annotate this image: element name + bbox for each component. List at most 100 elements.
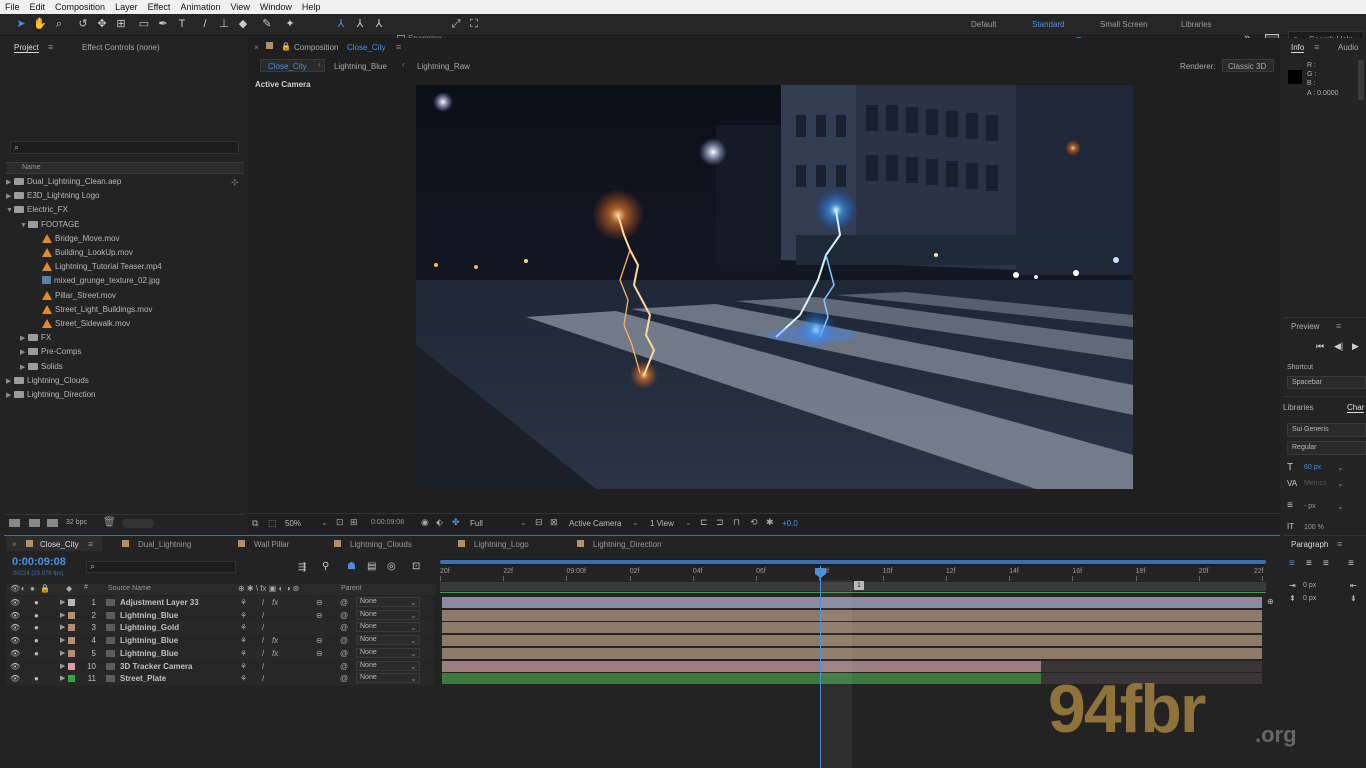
info-scrollbar[interactable]	[1358, 60, 1364, 100]
layer-duration-bar[interactable]	[442, 660, 1041, 672]
shy-icon[interactable]: ⚘	[240, 660, 247, 673]
snap-icon[interactable]: ⤢	[449, 17, 463, 31]
vr-icon[interactable]: ⬚	[268, 518, 277, 529]
tab-info[interactable]: Info	[1291, 43, 1305, 53]
chevron-down-icon[interactable]: ⌄	[632, 518, 639, 527]
layer-row[interactable]: 👁 ● ▶ 3 Lightning_Gold ⚘ / @ None ⌄	[6, 621, 434, 635]
menu-effect[interactable]: Effect	[143, 2, 176, 12]
pan-behind-tool-icon[interactable]: ⊞	[114, 17, 128, 31]
timeline-icon[interactable]: ⊐	[716, 517, 724, 528]
layer-name[interactable]: Lightning_Blue	[120, 609, 178, 622]
color-channel-icon[interactable]: ✤	[452, 517, 460, 528]
workspace-libraries[interactable]: Libraries	[1181, 20, 1212, 29]
solo-dot-icon[interactable]: ●	[34, 609, 39, 622]
resolution-value[interactable]: Full	[470, 519, 483, 528]
breadcrumb-lightning-blue[interactable]: Lightning_Blue	[334, 62, 387, 71]
lock-icon[interactable]: 🔒	[40, 584, 50, 593]
draft-3d-icon[interactable]: ⚲	[322, 561, 329, 572]
clone-stamp-tool-icon[interactable]: ⊥	[217, 17, 231, 31]
breadcrumb-close-city[interactable]: Close_City	[268, 62, 307, 71]
expand-down-icon[interactable]: ▼	[20, 219, 28, 233]
panel-menu-icon[interactable]: ≡	[48, 42, 53, 52]
3d-layer-icon[interactable]: ⊖	[316, 647, 323, 660]
solo-dot-icon[interactable]: ●	[34, 647, 39, 660]
view-layout-value[interactable]: 1 View	[650, 519, 674, 528]
renderer-select[interactable]: Classic 3D	[1222, 59, 1274, 72]
solo-dot-icon[interactable]: ●	[34, 672, 39, 685]
exposure-icon[interactable]: ✱	[766, 517, 774, 528]
view-axis-icon[interactable]: ⅄	[372, 17, 386, 31]
region-of-interest-icon[interactable]: ⊡	[336, 517, 344, 528]
panel-menu-icon[interactable]: ≡	[396, 42, 401, 52]
previous-frame-icon[interactable]: ◀|	[1334, 341, 1343, 352]
timeline-tab[interactable]: Lightning_Logo	[474, 540, 529, 549]
timeline-tab[interactable]: Close_City	[40, 540, 79, 549]
layer-label-color[interactable]	[68, 637, 75, 645]
camera-select-value[interactable]: Active Camera	[569, 519, 621, 528]
layer-label-color[interactable]	[68, 599, 75, 606]
shy-layers-icon[interactable]: ☗	[347, 561, 356, 572]
motion-blur-icon[interactable]: ◎	[387, 561, 396, 572]
layer-name[interactable]: Lightning_Blue	[120, 647, 178, 660]
effects-icon[interactable]: fx	[272, 634, 278, 647]
3d-layer-icon[interactable]: ⊖	[316, 609, 323, 622]
layer-label-color[interactable]	[68, 611, 75, 619]
layer-row[interactable]: 👁 ● ▶ 1 Adjustment Layer 33 ⚘ / fx ⊖ @ None ⌄	[6, 596, 434, 609]
column-parent[interactable]: Parent	[341, 585, 362, 592]
time-navigator-range[interactable]	[440, 560, 1266, 564]
rotation-tool-icon[interactable]: ↺	[76, 17, 90, 31]
transparency-grid-icon[interactable]: ⊠	[550, 517, 558, 528]
font-size-value[interactable]: 60 px	[1304, 464, 1321, 471]
chevron-down-icon[interactable]: ⌄	[410, 609, 417, 622]
chevron-down-icon[interactable]: ⌄	[410, 596, 417, 609]
layer-label-color[interactable]	[68, 649, 75, 657]
local-axis-icon[interactable]: ⅄	[334, 17, 348, 31]
project-item[interactable]: mixed_grunge_texture_02.jpg	[6, 274, 242, 288]
expand-right-icon[interactable]: ▶	[60, 634, 65, 647]
breadcrumb-lightning-raw[interactable]: Lightning_Raw	[417, 62, 470, 71]
snap-features-icon[interactable]: ⛶	[467, 17, 481, 31]
type-tool-icon[interactable]: T	[175, 17, 189, 31]
tab-character[interactable]: Char	[1347, 403, 1365, 413]
chevron-down-icon[interactable]: ⌄	[410, 621, 417, 634]
chevron-down-icon[interactable]: ⌄	[321, 518, 328, 527]
timeline-tab[interactable]: Lightning_Direction	[593, 540, 662, 549]
align-left-icon[interactable]: ≡	[1289, 558, 1295, 569]
toggle-pixel-aspect-icon[interactable]: ⊏	[700, 517, 708, 528]
project-item[interactable]: Pillar_Street.mov	[6, 289, 242, 303]
vertical-scale-value[interactable]: 100 %	[1304, 524, 1324, 531]
solo-dot-icon[interactable]: ●	[34, 596, 39, 609]
layer-duration-bar[interactable]	[442, 609, 1262, 621]
rectangle-tool-icon[interactable]: ▭	[137, 17, 151, 31]
menu-file[interactable]: File	[0, 2, 25, 12]
font-family-select[interactable]: Sui Generis	[1287, 423, 1366, 437]
pick-whip-icon[interactable]: @	[340, 647, 348, 660]
font-style-select[interactable]: Regular	[1287, 441, 1366, 455]
expand-right-icon[interactable]: ▶	[60, 647, 65, 660]
layer-label-color[interactable]	[68, 675, 75, 683]
play-icon[interactable]: ▶	[1352, 341, 1359, 352]
space-before-value[interactable]: 0 px	[1303, 595, 1316, 602]
project-item[interactable]: ▶ Dual_Lightning_Clean.aep	[6, 175, 242, 189]
playhead-line[interactable]	[820, 566, 821, 768]
grid-icon[interactable]: ⊞	[350, 517, 358, 528]
selection-tool-icon[interactable]: ➤	[14, 17, 28, 31]
layer-name[interactable]: Lightning_Gold	[120, 621, 179, 634]
menu-animation[interactable]: Animation	[175, 2, 225, 12]
project-item[interactable]: ▶ E3D_Lightning Logo	[6, 189, 242, 203]
chevron-down-icon[interactable]: ⌄	[685, 518, 692, 527]
layer-row[interactable]: 👁 ● ▶ 2 Lightning_Blue ⚘ / ⊖ @ None ⌄	[6, 608, 434, 622]
panel-menu-icon[interactable]: ≡	[1314, 42, 1319, 52]
composition-viewer[interactable]	[416, 85, 1133, 489]
viewer-timecode[interactable]: 0:00:09:08	[371, 519, 404, 526]
layer-name[interactable]: Lightning_Blue	[120, 634, 178, 647]
pick-whip-icon[interactable]: @	[340, 660, 348, 673]
solo-dot-icon[interactable]: ●	[34, 621, 39, 634]
justify-icon[interactable]: ≡	[1348, 558, 1354, 569]
comp-flowchart-icon[interactable]: ⊓	[733, 517, 740, 528]
expand-right-icon[interactable]: ▶	[60, 609, 65, 622]
world-axis-icon[interactable]: ⅄	[353, 17, 367, 31]
panel-menu-icon[interactable]: ≡	[1336, 321, 1341, 331]
panel-menu-icon[interactable]: ≡	[88, 539, 93, 549]
tab-effect-controls[interactable]: Effect Controls (none)	[82, 43, 160, 52]
